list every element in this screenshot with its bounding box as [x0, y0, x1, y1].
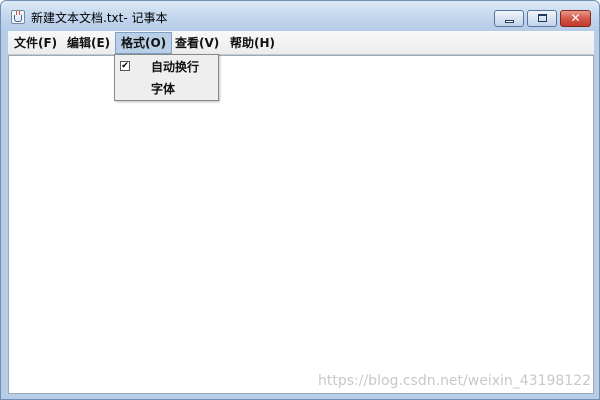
menu-item-word-wrap[interactable]: ✔ 自动换行	[115, 56, 218, 78]
menu-edit[interactable]: 编辑(E)	[62, 32, 115, 54]
font-label: 字体	[151, 82, 176, 96]
word-wrap-label: 自动换行	[151, 60, 200, 74]
close-button[interactable]: ✕	[560, 10, 591, 27]
menu-format[interactable]: 格式(O)	[115, 32, 173, 54]
menu-help[interactable]: 帮助(H)	[225, 32, 280, 54]
checkbox-checked-icon: ✔	[120, 61, 130, 71]
title-bar[interactable]: 新建文本文档.txt- 记事本 ✕	[1, 1, 599, 31]
menu-bar: 文件(F) 编辑(E) 格式(O) 查看(V) 帮助(H)	[8, 31, 594, 55]
app-icon-cup	[14, 15, 22, 22]
menu-file[interactable]: 文件(F)	[9, 32, 62, 54]
notepad-window: 新建文本文档.txt- 记事本 ✕ 文件(F) 编辑(E) 格式(O) 查看(V…	[0, 0, 600, 400]
minimize-icon	[505, 20, 514, 23]
close-icon: ✕	[570, 11, 581, 25]
format-dropdown-menu: ✔ 自动换行 字体	[114, 54, 219, 101]
minimize-button[interactable]	[494, 10, 524, 27]
maximize-button[interactable]	[527, 10, 557, 27]
maximize-icon	[538, 14, 547, 22]
java-app-icon[interactable]	[11, 10, 25, 24]
window-title: 新建文本文档.txt- 记事本	[31, 11, 168, 25]
menu-item-font[interactable]: 字体	[115, 78, 218, 100]
watermark-text: https://blog.csdn.net/weixin_43198122	[318, 373, 592, 389]
menu-view[interactable]: 查看(V)	[170, 32, 224, 54]
text-editor-area[interactable]	[8, 55, 594, 394]
window-bottom-border	[1, 394, 599, 399]
